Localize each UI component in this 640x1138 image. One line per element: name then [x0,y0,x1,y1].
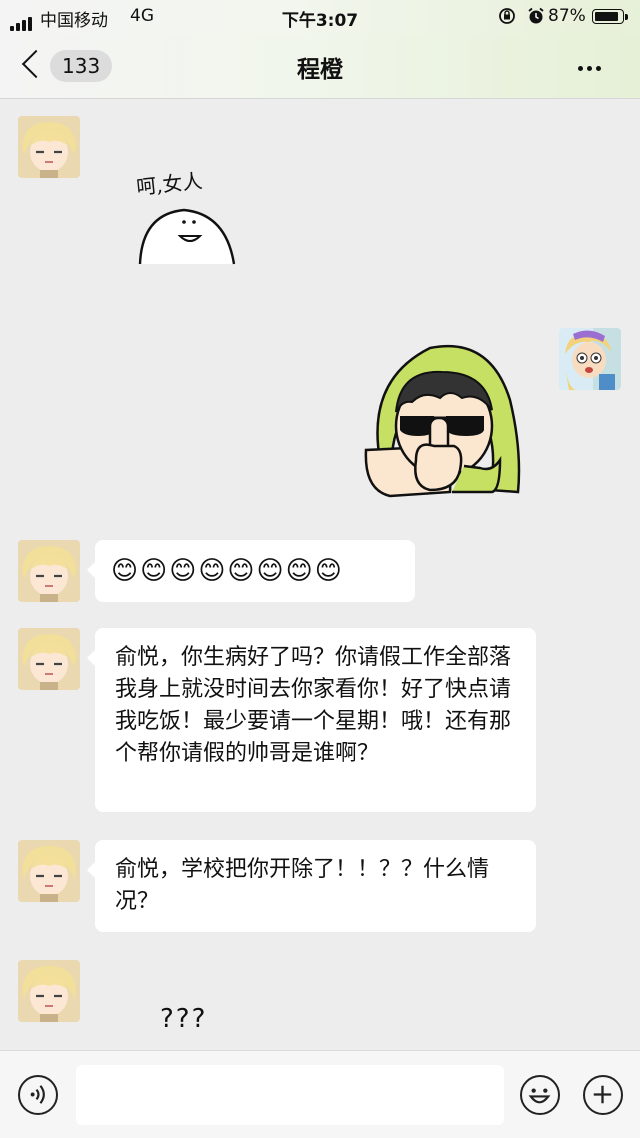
avatar[interactable] [18,840,80,902]
battery-percent: 87% [548,6,586,26]
my-avatar[interactable] [559,328,621,390]
more-functions-button[interactable] [583,1075,623,1115]
voice-icon [30,1085,45,1104]
avatar[interactable] [18,960,80,1022]
message-bubble[interactable]: 😊😊😊😊😊😊😊😊 [87,540,415,602]
avatar[interactable] [18,540,80,602]
chat-header: 133 程橙 [0,34,640,99]
voice-button[interactable] [18,1075,58,1115]
more-dots-icon [578,66,583,71]
battery-icon [592,9,628,24]
chat-title: 程橙 [297,57,343,83]
smiley-icon [528,1088,551,1104]
plus-icon [593,1085,612,1104]
emoji-button[interactable] [520,1075,560,1115]
sticker-sunglasses[interactable] [360,340,525,502]
orientation-lock-icon [499,8,515,24]
sticker-question-marks[interactable]: ??? [160,1004,207,1034]
input-bar [0,1050,640,1138]
status-bar: 中国移动 4G 下午3:07 87% [0,0,640,34]
alarm-icon [528,7,544,24]
message-bubble[interactable]: 俞悦，你生病好了吗？你请假工作全部落我身上就没时间去你家看你！好了快点请我吃饭！… [87,628,536,812]
message-input[interactable] [76,1065,504,1125]
avatar[interactable] [18,628,80,690]
more-options-button[interactable] [578,56,618,76]
message-bubble[interactable]: 俞悦，学校把你开除了！！？？什么情况？ [87,840,536,932]
avatar[interactable] [18,116,80,178]
